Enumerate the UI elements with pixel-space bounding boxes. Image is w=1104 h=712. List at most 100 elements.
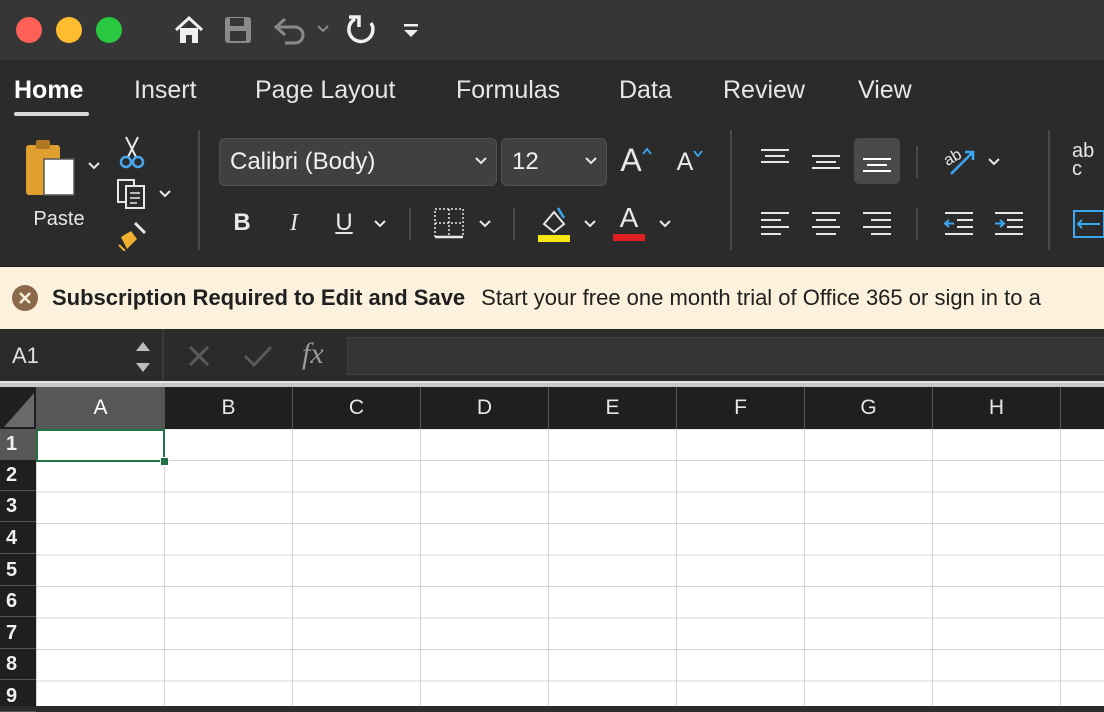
orientation-icon[interactable]: ab	[940, 140, 978, 180]
italic-button[interactable]: I	[280, 206, 308, 240]
select-all-button[interactable]	[0, 387, 37, 429]
copy-icon[interactable]	[114, 176, 150, 212]
row-header-6[interactable]: 6	[0, 586, 36, 617]
tab-data[interactable]: Data	[619, 76, 672, 105]
paste-label[interactable]: Paste	[18, 206, 100, 232]
ribbon-separator	[916, 146, 918, 178]
ribbon-tabs: Home Insert Page Layout Formulas Data Re…	[0, 60, 1104, 122]
row-header-7[interactable]: 7	[0, 618, 36, 649]
tab-home[interactable]: Home	[14, 76, 83, 105]
column-header-b[interactable]: B	[165, 387, 293, 429]
tab-insert[interactable]: Insert	[134, 76, 197, 105]
decrease-font-size-button[interactable]: A	[671, 142, 709, 182]
close-window-button[interactable]	[16, 17, 42, 43]
font-size-chevron-icon	[585, 157, 597, 165]
paste-options-chevron-icon[interactable]	[86, 158, 102, 174]
align-middle-icon[interactable]	[807, 144, 845, 180]
ribbon-separator	[409, 208, 411, 240]
cut-icon[interactable]	[118, 134, 146, 170]
underline-options-chevron-icon[interactable]	[372, 216, 388, 232]
banner-title: Subscription Required to Edit and Save	[52, 285, 466, 310]
decrease-indent-icon[interactable]	[940, 206, 978, 242]
dismiss-banner-icon[interactable]	[12, 285, 38, 311]
font-color-swatch	[613, 233, 645, 241]
column-header-d[interactable]: D	[421, 387, 549, 429]
font-name-dropdown[interactable]: Calibri (Body)	[219, 138, 497, 186]
font-name-chevron-icon	[475, 157, 487, 165]
font-size-dropdown[interactable]: 12	[501, 138, 607, 186]
wrap-text-c: c	[1072, 158, 1082, 180]
align-top-icon[interactable]	[756, 142, 794, 178]
orientation-chevron-icon[interactable]	[986, 154, 1002, 170]
bold-button[interactable]: B	[228, 206, 256, 240]
fill-color-chevron-icon[interactable]	[582, 216, 598, 232]
cancel-entry-icon[interactable]	[186, 343, 214, 371]
row-header-5[interactable]: 5	[0, 555, 36, 586]
subscription-banner: Subscription Required to Edit and Save S…	[0, 267, 1104, 329]
home-icon[interactable]	[172, 12, 206, 48]
redo-icon[interactable]	[344, 12, 380, 48]
insert-function-icon[interactable]: fx	[302, 337, 338, 377]
ribbon-separator	[1048, 130, 1050, 250]
column-header-f[interactable]: F	[677, 387, 805, 429]
row-header-9[interactable]: 9	[0, 681, 36, 712]
format-painter-icon[interactable]	[114, 218, 152, 252]
increase-font-size-button[interactable]: A	[617, 140, 655, 180]
underline-button[interactable]: U	[330, 206, 358, 240]
ribbon-separator	[513, 208, 515, 240]
increase-font-letter: A	[620, 141, 642, 178]
font-color-chevron-icon[interactable]	[657, 216, 673, 232]
align-left-icon[interactable]	[756, 206, 794, 242]
column-header-e[interactable]: E	[549, 387, 677, 429]
font-size-value: 12	[512, 148, 539, 175]
borders-icon[interactable]	[432, 206, 466, 240]
column-header-a[interactable]: A	[37, 387, 165, 429]
column-headers: A B C D E F G H	[0, 387, 1104, 429]
selected-cell-a1[interactable]	[36, 429, 165, 462]
cell-grid[interactable]	[36, 429, 1104, 706]
row-headers: 1 2 3 4 5 6 7 8 9	[0, 429, 36, 712]
tab-page-layout[interactable]: Page Layout	[255, 76, 395, 105]
row-header-3[interactable]: 3	[0, 491, 36, 522]
column-header-g[interactable]: G	[805, 387, 933, 429]
fill-color-icon[interactable]	[536, 204, 572, 244]
font-color-button[interactable]: A	[611, 202, 647, 242]
customize-toolbar-icon[interactable]	[400, 12, 422, 48]
row-header-4[interactable]: 4	[0, 523, 36, 554]
borders-chevron-icon[interactable]	[477, 216, 493, 232]
name-box-stepper-icon[interactable]	[134, 337, 152, 377]
column-header-h[interactable]: H	[933, 387, 1061, 429]
name-box-divider	[162, 329, 164, 384]
column-header-c[interactable]: C	[293, 387, 421, 429]
paste-icon[interactable]	[22, 136, 80, 202]
save-icon[interactable]	[222, 12, 254, 48]
zoom-window-button[interactable]	[96, 17, 122, 43]
row-header-2[interactable]: 2	[0, 460, 36, 491]
caret-up-icon	[641, 147, 652, 155]
formula-bar: A1 fx	[0, 329, 1104, 384]
tab-view[interactable]: View	[858, 76, 912, 105]
tab-review[interactable]: Review	[723, 76, 805, 105]
wrap-text-button[interactable]: ab c	[1072, 140, 1104, 180]
banner-message[interactable]: Start your free one month trial of Offic…	[481, 285, 1041, 311]
active-tab-indicator	[14, 112, 89, 116]
confirm-entry-icon[interactable]	[242, 343, 274, 371]
minimize-window-button[interactable]	[56, 17, 82, 43]
align-right-icon[interactable]	[858, 206, 896, 242]
title-bar	[0, 0, 1104, 60]
font-color-letter: A	[619, 201, 639, 233]
ribbon-home: Paste Calibri (Body) 12 A A B I U A ab a…	[0, 122, 1104, 267]
align-bottom-icon[interactable]	[854, 138, 900, 184]
copy-options-chevron-icon[interactable]	[157, 186, 173, 202]
row-header-1[interactable]: 1	[0, 429, 36, 460]
font-name-value: Calibri (Body)	[230, 148, 376, 175]
merge-center-icon[interactable]	[1072, 208, 1104, 240]
row-header-8[interactable]: 8	[0, 649, 36, 680]
align-center-icon[interactable]	[807, 206, 845, 242]
increase-indent-icon[interactable]	[990, 206, 1028, 242]
fill-handle[interactable]	[160, 457, 169, 466]
formula-input[interactable]	[347, 337, 1104, 375]
decrease-font-letter: A	[676, 147, 694, 176]
tab-formulas[interactable]: Formulas	[456, 76, 560, 105]
undo-icon[interactable]	[270, 12, 332, 48]
